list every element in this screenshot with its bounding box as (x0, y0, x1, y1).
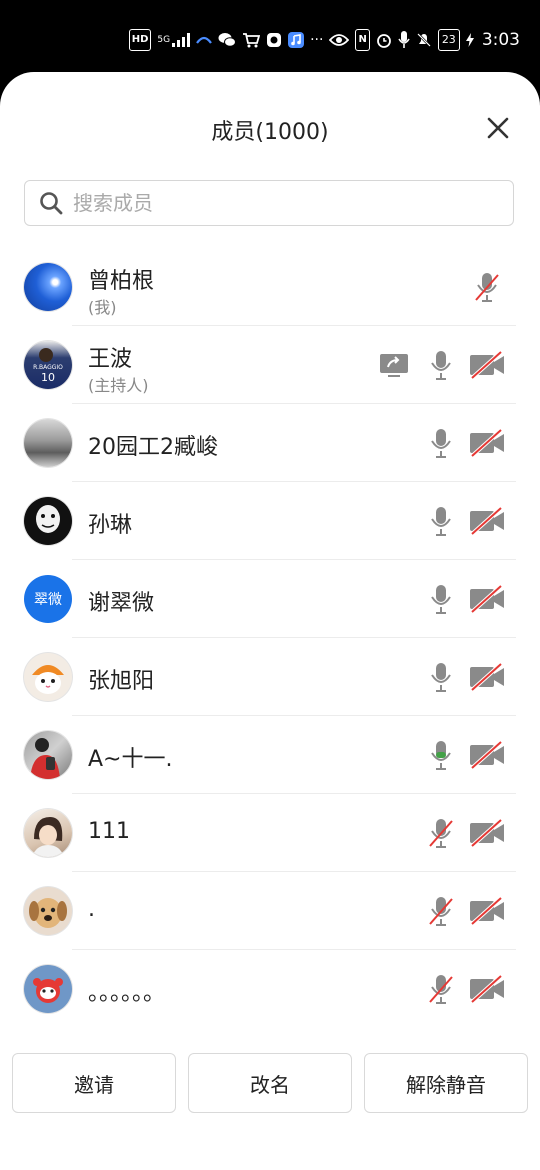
mic-status-icon (398, 30, 410, 50)
list-item[interactable]: 20园工2臧峻 (0, 404, 540, 482)
hd-icon: HD (128, 29, 152, 51)
nfc-icon: N (355, 29, 370, 51)
list-item[interactable]: 111 (0, 794, 540, 872)
camera-off-icon[interactable] (467, 739, 507, 771)
camera-off-icon[interactable] (467, 505, 507, 537)
list-item[interactable]: . (0, 872, 540, 950)
member-name: . (88, 897, 95, 922)
camera-off-icon[interactable] (467, 583, 507, 615)
mic-icon[interactable] (426, 583, 456, 615)
member-name: 20园工2臧峻 (88, 435, 218, 460)
camera-off-icon[interactable] (467, 349, 507, 381)
member-name: 王波 (88, 347, 133, 372)
alarm-icon (376, 30, 392, 50)
member-name: 。。。。。。 (88, 981, 166, 1006)
eye-icon (329, 30, 350, 50)
status-icons: HD 5G ··· N 23 3:03 (128, 28, 520, 52)
svg-text:10: 10 (41, 371, 55, 384)
avatar (24, 965, 72, 1013)
camera-off-icon[interactable] (467, 427, 507, 459)
music-icon (288, 30, 305, 50)
member-list: 曾柏根 (我) 10 R.BAGGIO 王波 (主持人) 20园工2臧峻 孙琳 … (0, 248, 540, 1028)
member-name: 孙琳 (88, 513, 133, 538)
search-icon (40, 192, 63, 215)
signal-icon: 5G (157, 30, 191, 50)
mic-muted-icon[interactable] (472, 271, 502, 303)
list-item[interactable]: 翠微 谢翠微 (0, 560, 540, 638)
list-item[interactable]: A~十一. (0, 716, 540, 794)
member-name: 谢翠微 (88, 591, 155, 616)
action-bar: 邀请 改名 解除静音 (12, 1053, 528, 1113)
member-role: (主持人) (88, 376, 149, 395)
app-icon (266, 30, 282, 50)
members-sheet: 成员(1000) 曾柏根 (我) 10R.BAGGIO 王波 (0, 72, 540, 1170)
cart-icon (242, 30, 261, 50)
close-icon (487, 117, 509, 139)
avatar (24, 653, 72, 701)
battery-icon: 23 (437, 29, 460, 51)
list-item[interactable]: 。。。。。。 (0, 950, 540, 1028)
camera-off-icon[interactable] (467, 973, 507, 1005)
camera-off-icon[interactable] (467, 661, 507, 693)
avatar (24, 419, 72, 467)
member-name: 曾柏根 (88, 269, 155, 294)
camera-off-icon[interactable] (467, 895, 507, 927)
mic-muted-icon[interactable] (426, 895, 456, 927)
member-name: 111 (88, 819, 130, 844)
close-button[interactable] (484, 114, 512, 142)
invite-button[interactable]: 邀请 (12, 1053, 176, 1113)
mic-icon[interactable] (426, 661, 456, 693)
unmute-all-button[interactable]: 解除静音 (364, 1053, 528, 1113)
charging-icon (465, 30, 474, 50)
mic-icon[interactable] (426, 505, 456, 537)
member-name: A~十一. (88, 747, 173, 772)
network-label: 5G (157, 35, 171, 45)
mic-icon[interactable] (426, 349, 456, 381)
avatar (24, 263, 72, 311)
clock-time: 3:03 (481, 30, 520, 50)
camera-off-icon[interactable] (467, 817, 507, 849)
mic-muted-icon[interactable] (426, 817, 456, 849)
wifi-icon (196, 30, 212, 50)
more-icon: ··· (310, 32, 324, 48)
list-item[interactable]: 孙琳 (0, 482, 540, 560)
mic-muted-icon[interactable] (426, 973, 456, 1005)
svg-text:R.BAGGIO: R.BAGGIO (33, 364, 63, 371)
avatar (24, 731, 72, 779)
status-bar: HD 5G ··· N 23 3:03 (0, 0, 540, 72)
wechat-icon (218, 30, 237, 50)
member-role: (我) (88, 298, 117, 317)
screen-share-icon[interactable] (377, 349, 411, 381)
member-name: 张旭阳 (88, 669, 155, 694)
avatar (24, 809, 72, 857)
list-item[interactable]: 张旭阳 (0, 638, 540, 716)
mic-icon[interactable] (426, 427, 456, 459)
search-box[interactable] (24, 180, 514, 226)
avatar (24, 887, 72, 935)
avatar-initials: 翠微 (34, 592, 62, 608)
search-input[interactable] (71, 190, 475, 216)
list-item[interactable]: 10 R.BAGGIO 王波 (主持人) (0, 326, 540, 404)
mic-active-icon[interactable] (426, 739, 456, 771)
avatar: 翠微 (24, 575, 72, 623)
rename-button[interactable]: 改名 (188, 1053, 352, 1113)
sheet-title: 成员(1000) (211, 120, 329, 145)
avatar: 10 R.BAGGIO (24, 341, 72, 389)
avatar (24, 497, 72, 545)
mute-bell-icon (416, 30, 432, 50)
list-item[interactable]: 曾柏根 (我) (0, 248, 540, 326)
